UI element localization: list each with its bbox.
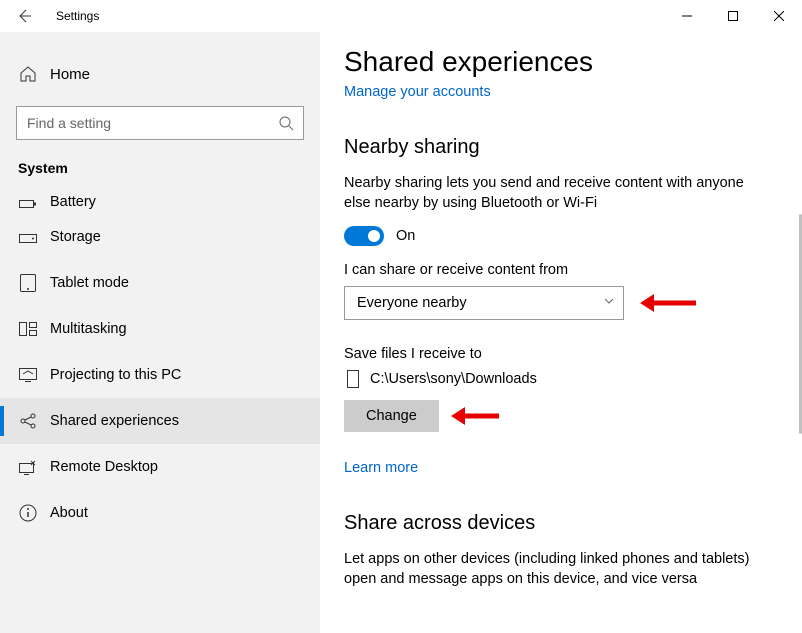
search-field[interactable] <box>17 107 269 139</box>
sidebar-item-shared-experiences[interactable]: Shared experiences <box>0 398 320 444</box>
dropdown-value: Everyone nearby <box>357 295 467 311</box>
close-button[interactable] <box>756 0 802 32</box>
sidebar-nav-list: Battery Storage Tablet mode <box>0 184 320 633</box>
maximize-button[interactable] <box>710 0 756 32</box>
change-button[interactable]: Change <box>344 400 439 432</box>
toggle-knob <box>368 230 380 242</box>
scrollbar[interactable] <box>796 214 802 633</box>
sidebar-item-label: Multitasking <box>38 321 127 337</box>
nearby-sharing-description: Nearby sharing lets you send and receive… <box>344 173 764 214</box>
multitasking-icon <box>18 322 38 336</box>
annotation-arrow <box>447 404 503 428</box>
search-input[interactable] <box>16 106 304 140</box>
tablet-icon <box>18 274 38 292</box>
sidebar-home-label: Home <box>38 66 90 83</box>
annotation-arrow <box>636 291 700 315</box>
sidebar-item-label: Storage <box>38 229 101 245</box>
save-to-path: C:\Users\sony\Downloads <box>370 371 537 387</box>
folder-icon <box>344 370 362 388</box>
sidebar-item-label: Tablet mode <box>38 275 129 291</box>
main-content: Shared experiences Manage your accounts … <box>320 32 802 633</box>
about-icon <box>18 504 38 522</box>
sidebar-item-label: Remote Desktop <box>38 459 158 475</box>
sidebar-home[interactable]: Home <box>0 52 320 96</box>
battery-icon <box>18 198 38 210</box>
sidebar-item-remote-desktop[interactable]: Remote Desktop <box>0 444 320 490</box>
share-across-description: Let apps on other devices (including lin… <box>344 549 764 590</box>
sidebar-item-projecting[interactable]: Projecting to this PC <box>0 352 320 398</box>
window-controls <box>664 0 802 32</box>
search-icon <box>269 115 303 131</box>
page-title: Shared experiences <box>344 46 774 78</box>
sidebar-item-multitasking[interactable]: Multitasking <box>0 306 320 352</box>
sidebar-item-tablet-mode[interactable]: Tablet mode <box>0 260 320 306</box>
minimize-button[interactable] <box>664 0 710 32</box>
window-title: Settings <box>48 9 99 23</box>
share-from-dropdown[interactable]: Everyone nearby <box>344 286 624 320</box>
sidebar-item-label: Battery <box>38 194 96 210</box>
home-icon <box>18 65 38 83</box>
toggle-state-label: On <box>384 228 415 244</box>
sidebar-item-battery[interactable]: Battery <box>0 184 320 214</box>
sidebar-item-label: Shared experiences <box>38 413 179 429</box>
save-to-label: Save files I receive to <box>344 346 774 362</box>
storage-icon <box>18 230 38 244</box>
share-from-label: I can share or receive content from <box>344 262 774 278</box>
nearby-sharing-toggle[interactable] <box>344 226 384 246</box>
sidebar-item-label: Projecting to this PC <box>38 367 181 383</box>
manage-accounts-link[interactable]: Manage your accounts <box>344 84 774 100</box>
titlebar: Settings <box>0 0 802 32</box>
remote-desktop-icon <box>18 459 38 475</box>
sidebar-item-about[interactable]: About <box>0 490 320 536</box>
back-button[interactable] <box>0 0 48 32</box>
projecting-icon <box>18 368 38 382</box>
sidebar-item-storage[interactable]: Storage <box>0 214 320 260</box>
sidebar-item-label: About <box>38 505 88 521</box>
learn-more-link[interactable]: Learn more <box>344 460 774 476</box>
sidebar: Home System Battery <box>0 32 320 633</box>
chevron-down-icon <box>603 294 615 312</box>
sidebar-section-heading: System <box>0 154 320 184</box>
nearby-sharing-heading: Nearby sharing <box>344 136 774 159</box>
share-across-heading: Share across devices <box>344 512 774 535</box>
share-icon <box>18 412 38 430</box>
